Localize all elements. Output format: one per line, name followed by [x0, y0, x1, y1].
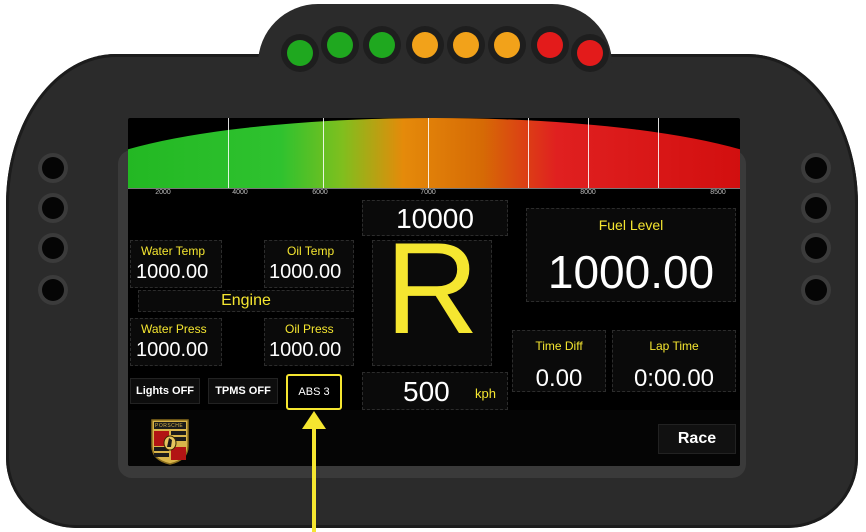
- crest-text: PORSCHE: [155, 423, 184, 429]
- race-mode-button[interactable]: Race: [658, 424, 736, 454]
- lights-toggle[interactable]: Lights OFF: [130, 378, 200, 404]
- oil-temp-panel: Oil Temp 1000.00: [264, 240, 354, 288]
- oil-temp-value: 1000.00: [269, 261, 342, 283]
- oil-press-label: Oil Press: [285, 322, 334, 336]
- water-temp-panel: Water Temp 1000.00: [130, 240, 222, 288]
- bottom-bar: [128, 410, 740, 466]
- fuel-label: Fuel Level: [598, 217, 664, 233]
- gear-indicator: R: [385, 215, 479, 361]
- callout-arrow-shaft: [312, 425, 316, 532]
- water-temp-value: 1000.00: [136, 261, 209, 283]
- right-mount-hole-2: [805, 197, 827, 219]
- speed-unit: kph: [475, 386, 496, 401]
- rpm-gridline: [323, 118, 324, 188]
- left-mount-hole-4: [42, 279, 64, 301]
- right-mount-hole-1: [805, 157, 827, 179]
- left-mount-hole-3: [42, 237, 64, 259]
- left-mount-hole-2: [42, 197, 64, 219]
- shift-light-icon: [412, 32, 438, 58]
- shift-light-icon: [287, 40, 313, 66]
- right-mount-hole-3: [805, 237, 827, 259]
- oil-press-value: 1000.00: [269, 339, 342, 361]
- shift-light-icon: [453, 32, 479, 58]
- water-temp-label: Water Temp: [141, 244, 206, 258]
- engine-header: Engine: [138, 290, 354, 312]
- rpm-tick-label: 6000: [312, 189, 328, 196]
- shift-light-icon: [577, 40, 603, 66]
- oil-press-panel: Oil Press 1000.00: [264, 318, 354, 366]
- rpm-tick-label: 2000: [155, 189, 171, 196]
- time-diff-label: Time Diff: [535, 339, 583, 353]
- lap-time-panel: Lap Time 0:00.00: [612, 330, 736, 392]
- right-mount-hole-4: [805, 279, 827, 301]
- lap-time-value: 0:00.00: [633, 365, 715, 392]
- rpm-gridline: [428, 118, 429, 188]
- shift-light-icon: [369, 32, 395, 58]
- time-diff-value: 0.00: [535, 365, 583, 392]
- rpm-gridline: [228, 118, 229, 188]
- lap-time-label: Lap Time: [649, 339, 699, 353]
- oil-temp-label: Oil Temp: [287, 244, 335, 258]
- water-press-panel: Water Press 1000.00: [130, 318, 222, 366]
- rpm-tick-label: 4000: [232, 189, 248, 196]
- tpms-toggle[interactable]: TPMS OFF: [208, 378, 278, 404]
- water-press-label: Water Press: [141, 322, 207, 336]
- dash-screen: 2000 4000 6000 7000 8000 8500 10000 R 50…: [128, 118, 740, 466]
- fuel-value: 1000.00: [547, 246, 715, 298]
- porsche-crest-icon: PORSCHE: [148, 416, 192, 466]
- rpm-tick-label: 8000: [580, 189, 596, 196]
- water-press-value: 1000.00: [136, 339, 209, 361]
- rpm-bar: [128, 118, 740, 188]
- rpm-gridline: [588, 118, 589, 188]
- speed-panel: 500 kph: [362, 372, 508, 410]
- shift-light-icon: [494, 32, 520, 58]
- rpm-tick-label: 7000: [420, 189, 436, 196]
- rpm-gridline: [658, 118, 659, 188]
- abs-indicator[interactable]: ABS 3: [286, 374, 342, 410]
- rpm-gridline: [528, 118, 529, 188]
- shift-light-icon: [537, 32, 563, 58]
- shift-light-icon: [327, 32, 353, 58]
- speed-value: 500: [403, 376, 450, 407]
- gear-panel: R: [372, 223, 492, 366]
- engine-label: Engine: [221, 292, 271, 309]
- rpm-tick-label: 8500: [710, 189, 726, 196]
- time-diff-panel: Time Diff 0.00: [512, 330, 606, 392]
- left-mount-hole-1: [42, 157, 64, 179]
- callout-arrow-icon: [302, 411, 326, 429]
- fuel-panel: Fuel Level 1000.00: [526, 208, 736, 302]
